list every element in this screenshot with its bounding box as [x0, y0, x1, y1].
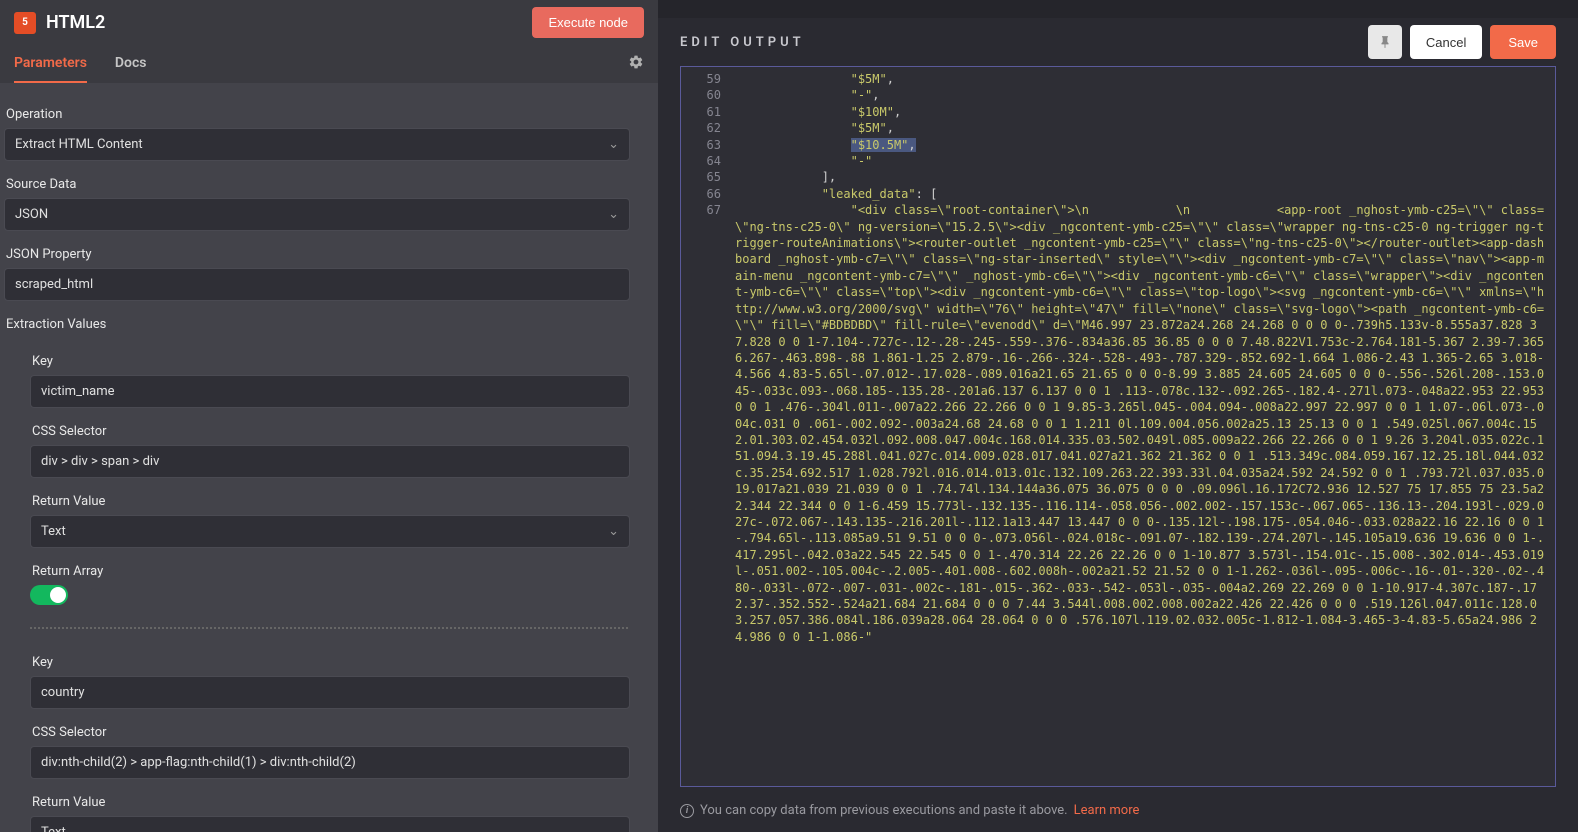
code-content[interactable]: "$5M", "-", "$10M", "$5M", "$10.5M", "-"…: [727, 67, 1555, 786]
html5-icon: 5: [14, 12, 36, 34]
source-data-select[interactable]: JSON ⌄: [4, 198, 630, 231]
chevron-down-icon: ⌄: [608, 137, 619, 152]
parameters-body: Operation Extract HTML Content ⌄ Source …: [0, 83, 658, 832]
return-value-select[interactable]: Text⌄: [30, 816, 630, 832]
css-selector-input[interactable]: div > div > span > div: [30, 445, 630, 478]
node-header: 5 HTML2 Execute node: [0, 0, 658, 45]
info-icon: i: [680, 804, 694, 818]
chevron-down-icon: ⌄: [608, 207, 619, 222]
operation-value: Extract HTML Content: [15, 137, 143, 152]
operation-label: Operation: [4, 107, 630, 122]
css-selector-label: CSS Selector: [30, 424, 630, 439]
return-value-label: Return Value: [30, 795, 630, 810]
json-property-label: JSON Property: [4, 247, 630, 262]
extraction-values-label: Extraction Values: [4, 317, 630, 332]
footer: i You can copy data from previous execut…: [658, 793, 1578, 832]
return-array-toggle[interactable]: [30, 585, 68, 605]
output-header: EDIT OUTPUT Cancel Save: [658, 18, 1578, 66]
operation-select[interactable]: Extract HTML Content ⌄: [4, 128, 630, 161]
gear-icon[interactable]: [628, 54, 644, 74]
source-data-value: JSON: [15, 207, 48, 222]
learn-more-link[interactable]: Learn more: [1074, 803, 1140, 818]
code-editor[interactable]: 596061626364656667 "$5M", "-", "$10M", "…: [680, 66, 1556, 787]
return-array-label: Return Array: [30, 564, 630, 579]
execute-node-button[interactable]: Execute node: [532, 7, 644, 38]
node-title: 5 HTML2: [14, 12, 105, 34]
pin-button[interactable]: [1368, 25, 1402, 59]
key-input[interactable]: victim_name: [30, 375, 630, 408]
pin-icon: [1378, 35, 1392, 49]
node-name: HTML2: [46, 12, 105, 33]
footer-text: You can copy data from previous executio…: [700, 803, 1068, 818]
return-value-select[interactable]: Text⌄: [30, 515, 630, 548]
json-property-input[interactable]: scraped_html: [4, 268, 630, 301]
edit-output-title: EDIT OUTPUT: [680, 35, 805, 50]
line-gutter: 596061626364656667: [681, 67, 727, 786]
tab-parameters[interactable]: Parameters: [14, 45, 87, 83]
css-selector-input[interactable]: div:nth-child(2) > app-flag:nth-child(1)…: [30, 746, 630, 779]
cancel-button[interactable]: Cancel: [1410, 25, 1482, 59]
chevron-down-icon: ⌄: [608, 524, 619, 539]
save-button[interactable]: Save: [1490, 25, 1556, 59]
key-label: Key: [30, 354, 630, 369]
right-top-strip: [658, 0, 1578, 18]
right-panel: EDIT OUTPUT Cancel Save 5960616263646566…: [658, 0, 1578, 832]
json-property-value: scraped_html: [15, 277, 93, 292]
key-input[interactable]: country: [30, 676, 630, 709]
key-label: Key: [30, 655, 630, 670]
tab-docs[interactable]: Docs: [115, 45, 147, 83]
return-value-label: Return Value: [30, 494, 630, 509]
tabs-row: Parameters Docs: [0, 45, 658, 83]
css-selector-label: CSS Selector: [30, 725, 630, 740]
source-data-label: Source Data: [4, 177, 630, 192]
chevron-down-icon: ⌄: [608, 825, 619, 832]
separator: [30, 627, 628, 629]
left-panel: 5 HTML2 Execute node Parameters Docs Ope…: [0, 0, 658, 832]
